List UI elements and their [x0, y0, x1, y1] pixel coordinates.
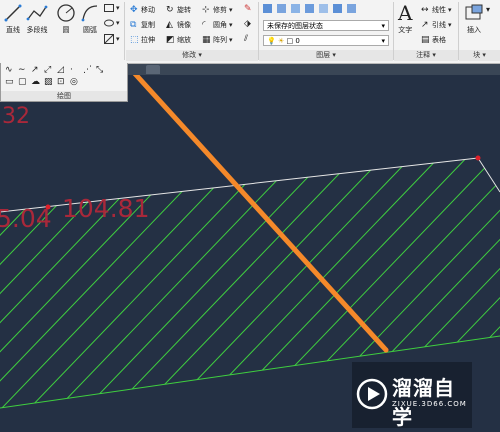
hatch-button[interactable]: ▾	[104, 34, 120, 44]
text-button[interactable]: A 文字	[398, 3, 412, 35]
layer-previous-icon[interactable]	[347, 4, 356, 13]
text-icon: A	[398, 1, 413, 25]
offset-icon: ⫽	[244, 34, 249, 44]
lightbulb-icon: 💡	[267, 37, 276, 45]
layers-panel-title[interactable]: 图层 ▾	[259, 50, 393, 61]
copy-button[interactable]: ⧉ 复制	[130, 20, 155, 30]
polyline-label: 多段线	[26, 26, 48, 34]
arc-icon	[81, 5, 98, 22]
line-button[interactable]: 直线	[3, 3, 23, 35]
arc-label: 圆弧	[83, 26, 97, 34]
vertex-marker[interactable]	[475, 155, 481, 161]
array-button[interactable]: ▦ 阵列 ▾	[202, 35, 233, 45]
layer-isolate-icon[interactable]	[277, 4, 286, 13]
erase-tool-button[interactable]: ✎	[244, 5, 253, 14]
block-panel-title[interactable]: 块 ▾	[459, 50, 500, 61]
donut-icon[interactable]: ◎	[70, 78, 79, 87]
linear-dimension-icon: ↔	[421, 4, 429, 15]
revision-cloud-icon[interactable]: ☁	[31, 78, 40, 87]
linear-dimension-button[interactable]: ↔ 线性 ▾	[421, 5, 452, 15]
explode-icon: ⬗	[244, 19, 251, 29]
move-button[interactable]: ✥ 移动	[130, 5, 155, 15]
region-icon[interactable]: ▭	[5, 78, 14, 87]
circle-label: 圆	[62, 26, 70, 34]
arc-button[interactable]: 圆弧	[80, 3, 100, 35]
modify-panel-title[interactable]: 修改 ▾	[126, 50, 258, 61]
trim-icon: ⊹	[202, 4, 210, 15]
polyline-button[interactable]: 多段线	[26, 3, 48, 35]
ellipse-icon	[104, 19, 114, 27]
line-label: 直线	[6, 26, 20, 34]
rectangle-icon	[104, 4, 114, 12]
watermark-logo: 溜溜自学 ZIXUE.3D66.COM	[352, 362, 472, 429]
layer-lock-icon[interactable]	[319, 4, 328, 13]
stretch-button[interactable]: ⬚ 拉伸	[130, 35, 155, 45]
draw-panel-flyout: ∿ ∼ ↗ ⤢ ◿ · ⋰ ⤡ ▭ ▢ ☁ ▨ ⊡ ◎ ⊣ 绘图	[0, 63, 128, 102]
fillet-button[interactable]: ◜ 圆角 ▾	[202, 20, 233, 30]
ribbon: 直线 多段线 圆 圆弧 ▾ ▾ ▾ ✥ 移动 ↻ 旋转 ⊹ 修剪 ▾ ⧉ 复制 ◭ 镜像 ◜…	[0, 0, 500, 64]
rectangle-button[interactable]: ▾	[104, 4, 120, 12]
layer-state-combo[interactable]: 未保存的图层状态 ▾	[263, 20, 389, 31]
rotate-icon: ↻	[166, 4, 174, 15]
offset-tool-button[interactable]: ⫽	[244, 35, 253, 44]
array-icon: ▦	[202, 34, 211, 45]
line-icon	[4, 4, 22, 22]
gradient-icon[interactable]: ▨	[44, 78, 53, 87]
play-logo-icon	[356, 378, 388, 410]
draw-panel-title[interactable]: 绘图	[1, 91, 127, 101]
flyout-row-2: ▭ ▢ ☁ ▨ ⊡ ◎	[5, 78, 79, 87]
stretch-icon: ⬚	[130, 34, 139, 45]
polygon-line-icon[interactable]: ◿	[57, 66, 66, 75]
drawing-tab[interactable]	[146, 65, 160, 74]
wipeout-icon[interactable]: ▢	[18, 78, 27, 87]
circle-button[interactable]: 圆	[56, 3, 76, 35]
circle-icon	[57, 4, 75, 22]
table-icon: ▤	[421, 34, 430, 45]
trim-button[interactable]: ⊹ 修剪 ▾	[202, 5, 233, 15]
ray-icon[interactable]: ↗	[31, 66, 40, 75]
block-extra-icon[interactable]: ▾	[486, 5, 495, 14]
hatch-icon	[104, 34, 114, 44]
layer-tools-row	[263, 4, 356, 13]
layer-freeze-icon[interactable]	[291, 4, 300, 13]
watermark-url: ZIXUE.3D66.COM	[392, 400, 467, 408]
layer-properties-icon[interactable]	[263, 4, 272, 13]
dimension-label-left: 5.04	[0, 204, 52, 233]
construction-line-icon[interactable]: ⤢	[44, 66, 53, 75]
dimension-label-top: 32	[2, 104, 30, 129]
spline-fit-icon[interactable]: ∿	[5, 66, 14, 75]
move-icon: ✥	[130, 4, 138, 15]
rotate-button[interactable]: ↻ 旋转	[166, 5, 191, 15]
layer-color-icon: □	[286, 37, 294, 45]
annotation-panel-title[interactable]: 注释 ▾	[394, 50, 458, 61]
leader-icon: ↗	[421, 19, 429, 30]
current-layer-combo[interactable]: 💡 ☀ □ 0 ▾	[263, 35, 389, 46]
mirror-icon: ◭	[166, 19, 173, 30]
leader-button[interactable]: ↗ 引线 ▾	[421, 20, 452, 30]
drawing-tab-strip	[126, 63, 500, 75]
insert-block-icon	[465, 4, 483, 20]
dimension-label-main: 104.81	[62, 194, 150, 223]
ellipse-button[interactable]: ▾	[104, 19, 120, 27]
spline-cv-icon[interactable]: ∼	[18, 66, 27, 75]
scale-button[interactable]: ◩ 缩放	[166, 35, 191, 45]
divide-icon[interactable]: ⋰	[83, 66, 92, 75]
polyline-icon	[26, 5, 48, 21]
mirror-button[interactable]: ◭ 镜像	[166, 20, 191, 30]
sun-icon: ☀	[277, 37, 285, 45]
copy-icon: ⧉	[130, 19, 137, 30]
explode-tool-button[interactable]: ⬗	[244, 20, 253, 29]
scale-icon: ◩	[166, 34, 175, 45]
measure-icon[interactable]: ⤡	[96, 66, 105, 75]
point-icon[interactable]: ·	[70, 66, 79, 75]
erase-icon: ✎	[244, 4, 252, 14]
fillet-icon: ◜	[202, 19, 206, 30]
boundary-icon[interactable]: ⊡	[57, 78, 66, 87]
layer-match-icon[interactable]	[333, 4, 342, 13]
flyout-row-1: ∿ ∼ ↗ ⤢ ◿ · ⋰ ⤡	[5, 66, 105, 75]
insert-button[interactable]: 插入	[464, 3, 484, 35]
table-button[interactable]: ▤ 表格	[421, 35, 446, 45]
layer-off-icon[interactable]	[305, 4, 314, 13]
